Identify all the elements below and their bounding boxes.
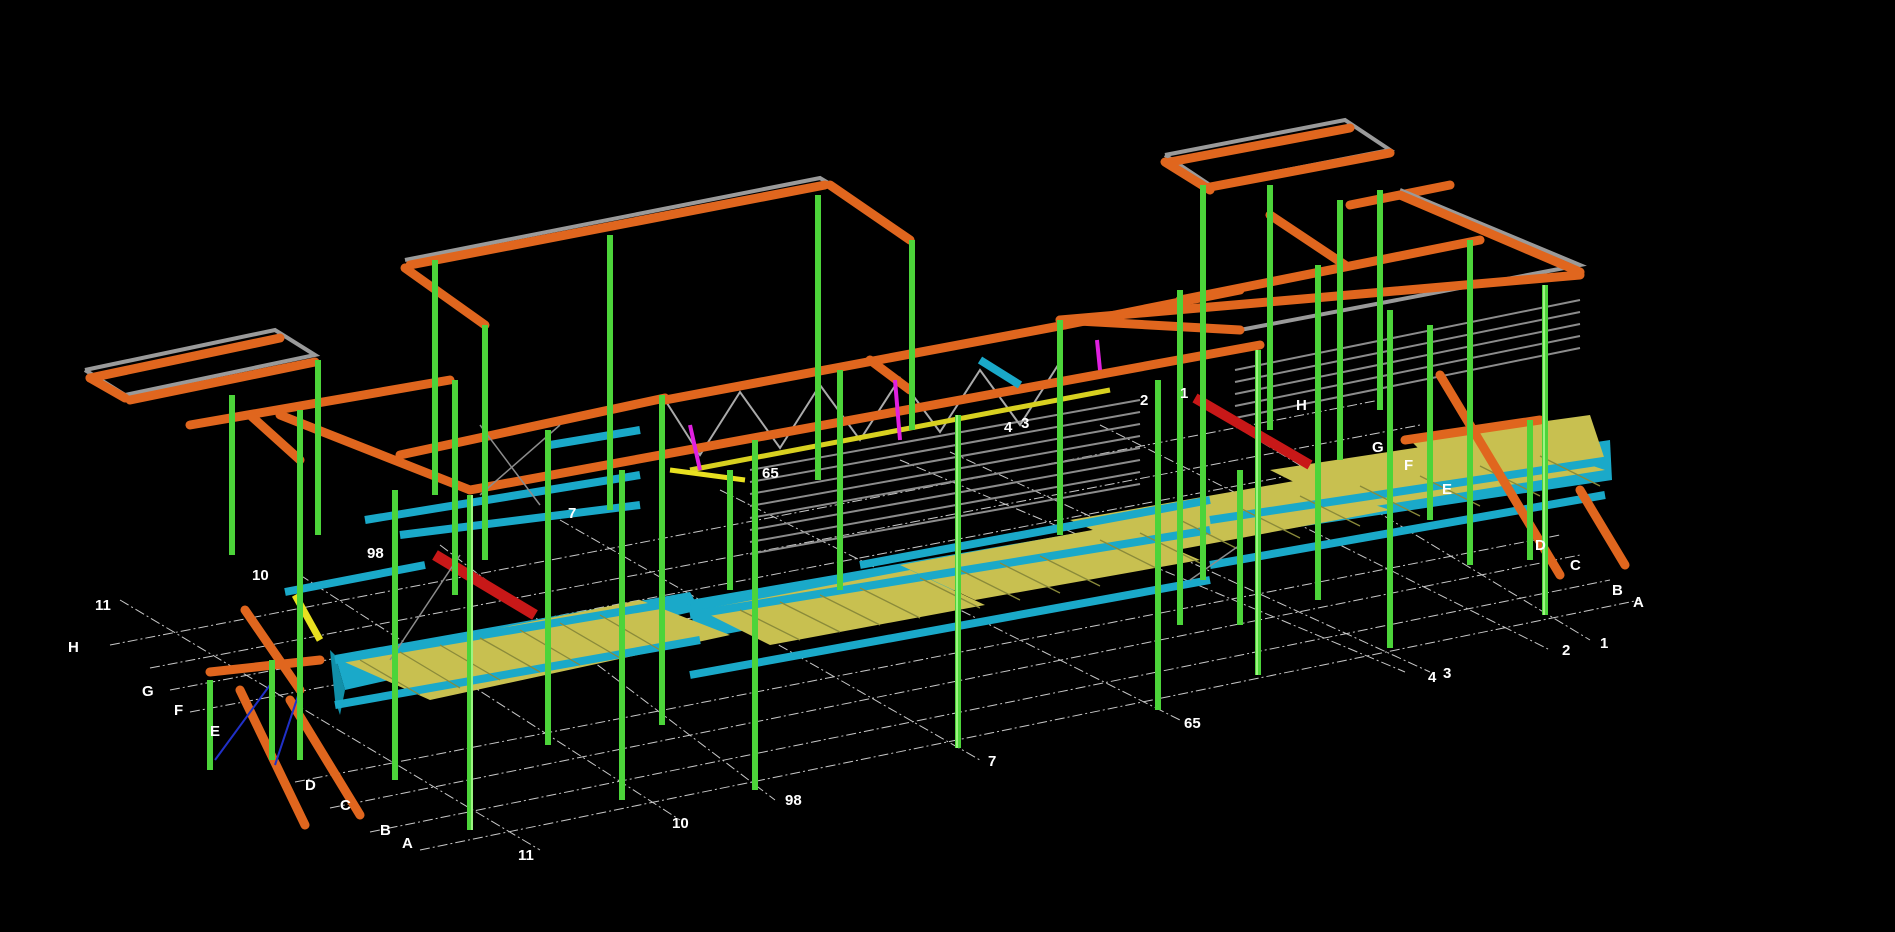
grid-label-65-upper: 65: [762, 465, 779, 482]
grid-label-e-left: E: [210, 723, 220, 740]
grid-label-d-right: D: [1535, 537, 1546, 554]
steel-structure-model[interactable]: H G F E D C B A 11 10 98 7 65 4 3 2 1 11…: [0, 0, 1895, 927]
grid-label-2-front: 2: [1562, 642, 1570, 659]
3d-model-viewport[interactable]: H G F E D C B A 11 10 98 7 65 4 3 2 1 11…: [0, 0, 1895, 927]
grid-label-65-front: 65: [1184, 715, 1201, 732]
grid-label-a-left: A: [402, 835, 413, 852]
grid-label-c-left: C: [340, 797, 351, 814]
grid-label-c-right: C: [1570, 557, 1581, 574]
grid-label-b-left: B: [380, 822, 391, 839]
grid-label-1-upper: 1: [1180, 385, 1188, 402]
grid-label-4-upper: 4: [1004, 419, 1013, 436]
grid-label-e-right: E: [1442, 481, 1452, 498]
grid-label-3-front: 3: [1443, 665, 1451, 682]
grid-label-g-right: G: [1372, 439, 1384, 456]
grid-label-h-right: H: [1296, 397, 1307, 414]
grid-label-7-front: 7: [988, 753, 996, 770]
grid-label-7-top: 7: [568, 505, 576, 522]
grid-label-1-front: 1: [1600, 635, 1608, 652]
grid-label-3-upper: 3: [1021, 415, 1029, 432]
grid-label-10-top: 10: [252, 567, 269, 584]
grid-label-b-right: B: [1612, 582, 1623, 599]
grid-label-d-left: D: [305, 777, 316, 794]
grid-label-98-front: 98: [785, 792, 802, 809]
grid-label-4-front: 4: [1428, 669, 1437, 686]
grid-label-g-left: G: [142, 683, 154, 700]
grid-label-10-front: 10: [672, 815, 689, 832]
grid-label-f-right: F: [1404, 457, 1413, 474]
grid-label-11-front: 11: [518, 847, 534, 864]
grid-label-11-top: 11: [95, 597, 111, 614]
grid-label-2-upper: 2: [1140, 392, 1148, 409]
grid-label-a-right: A: [1633, 594, 1644, 611]
roof-truss: [664, 323, 1111, 473]
roof-beams: [83, 117, 1587, 495]
grid-label-98-top: 98: [367, 545, 384, 562]
grid-label-h-left: H: [68, 639, 79, 656]
grid-label-f-left: F: [174, 702, 183, 719]
